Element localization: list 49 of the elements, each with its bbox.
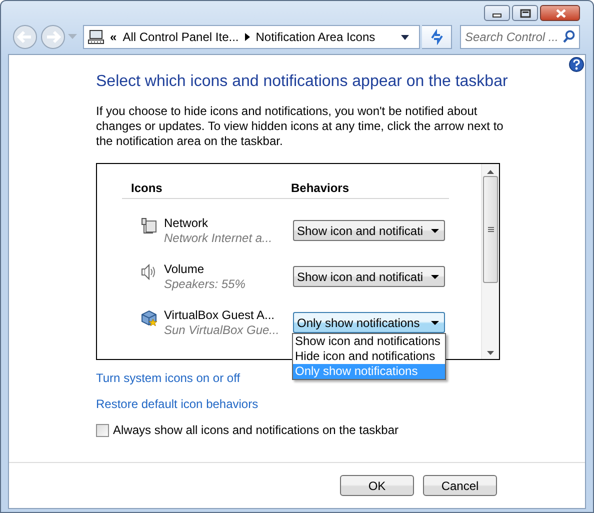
scroll-thumb[interactable] (483, 176, 498, 283)
scroll-down-arrow-icon[interactable] (487, 351, 494, 355)
icon-description: Speakers: 55% (164, 277, 246, 291)
caret-icon (431, 320, 439, 324)
maximize-icon (520, 8, 530, 18)
maximize-button[interactable] (512, 5, 538, 21)
close-icon (554, 8, 566, 18)
icon-name: Network (164, 216, 210, 230)
grip-icon (488, 227, 494, 232)
help-icon[interactable] (569, 57, 584, 72)
computer-icon (88, 30, 104, 44)
description-text: If you choose to hide icons and notifications, you won't be notified about changes or updates. To view hidden icons at any time, click the arrow next to the notification area on the taskbar. (96, 104, 504, 149)
cube-star-icon (141, 310, 157, 326)
breadcrumb-item[interactable]: All Control Panel Ite... (122, 30, 239, 44)
search-icon (563, 30, 575, 43)
search-field[interactable]: Search Control ... (460, 25, 580, 49)
speaker-icon (141, 264, 157, 280)
behavior-dropdown[interactable]: Only show notifications (293, 312, 445, 333)
address-bar[interactable]: « All Control Panel Ite... Notification Area Icons (83, 25, 420, 49)
icon-description: Network Internet a... (164, 231, 274, 245)
caret-icon (431, 228, 439, 232)
ok-button[interactable]: OK (340, 475, 414, 496)
minimize-button[interactable] (484, 5, 510, 21)
overflow-chevron[interactable]: « (110, 30, 117, 44)
network-icon (141, 218, 157, 234)
dropdown-option[interactable]: Hide icon and notifications (293, 349, 445, 364)
link[interactable]: Restore default icon behaviors (96, 397, 258, 411)
scrollbar[interactable] (481, 164, 499, 359)
column-header: Icons (130, 181, 164, 195)
page-heading: Select which icons and notifications appear on the taskbar (96, 73, 509, 91)
link[interactable]: Turn system icons on or off (96, 371, 240, 385)
icon-name: Volume (164, 262, 206, 276)
cancel-button[interactable]: Cancel (423, 475, 497, 496)
checkbox-label[interactable]: Always show all icons and notifications on the taskbar (113, 423, 398, 437)
refresh-button[interactable] (422, 25, 452, 49)
column-header: Behaviors (291, 181, 350, 195)
breadcrumb-item[interactable]: Notification Area Icons (256, 30, 376, 44)
dropdown-caret-icon[interactable] (401, 34, 409, 40)
breadcrumb-arrow-icon[interactable] (244, 33, 250, 41)
icon-name: VirtualBox Guest A... (164, 308, 276, 322)
dropdown-option[interactable]: Show icon and notifications (293, 334, 445, 349)
icon-description: Sun VirtualBox Gue... (164, 323, 280, 337)
caret-icon (431, 274, 439, 278)
checkbox[interactable] (96, 424, 109, 436)
refresh-icon (428, 29, 444, 45)
close-button[interactable] (540, 5, 580, 21)
behavior-dropdown[interactable]: Show icon and notificati (293, 266, 445, 287)
scroll-up-arrow-icon[interactable] (487, 170, 494, 174)
behavior-dropdown[interactable]: Show icon and notificati (293, 220, 445, 241)
